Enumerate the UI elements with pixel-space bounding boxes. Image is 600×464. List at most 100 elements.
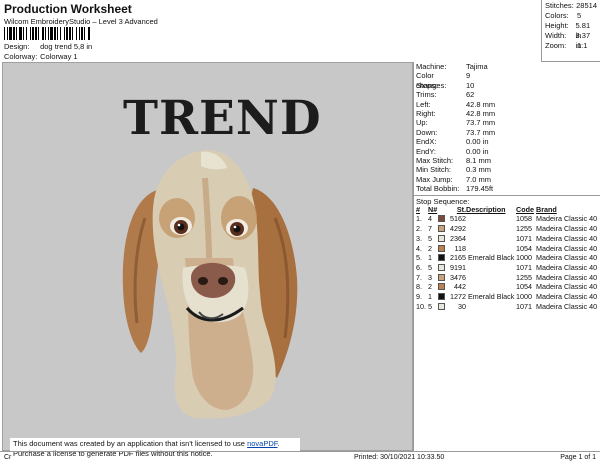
stat-label: Height: xyxy=(545,21,569,30)
info-value: 179.45ft xyxy=(466,184,494,194)
worksheet-title: Production Worksheet xyxy=(4,2,132,16)
stop-number: 1. xyxy=(416,214,422,224)
design-name-row: Design: dog trend 5,8 in xyxy=(4,42,92,51)
thread-brand: Madeira Classic 40 xyxy=(536,292,598,302)
stitch-count: 9191 xyxy=(450,262,466,272)
info-value: 42.8 mm xyxy=(466,99,496,109)
info-label: Left: xyxy=(416,99,431,109)
notice-punct: . xyxy=(277,439,280,448)
machine-info-row: Color changes: 9 xyxy=(414,71,600,90)
thread-brand: Madeira Classic 40 xyxy=(536,253,598,263)
page-footer: Cr Printed: 30/10/2021 10:33.50 Page 1 o… xyxy=(0,451,600,464)
stitch-count-cell: 5162 xyxy=(438,214,466,224)
stitch-count-cell: 2165 xyxy=(438,253,466,263)
info-label: Color changes: xyxy=(416,71,447,90)
stop-sequence-header-row: # N# St. Description Code Brand xyxy=(416,205,600,214)
stitch-count: 30 xyxy=(458,301,466,311)
info-value: 8.1 mm xyxy=(466,155,492,165)
machine-info-row: Trims: 62 xyxy=(414,90,600,99)
machine-info-panel: Machine: Tajima Color changes: 9 Stops: 10 Tri… xyxy=(413,62,600,451)
machine-info-row: Up: 73.7 mm xyxy=(414,118,600,127)
machine-info-row: Total Bobbin: 179.45ft xyxy=(414,184,600,193)
stat-row: Stitches: 28514 xyxy=(545,1,597,11)
stat-row: Zoom: 1:1 xyxy=(545,41,597,51)
stitch-count-cell: 9191 xyxy=(438,263,466,273)
color-swatch xyxy=(438,254,445,262)
machine-info-row: Right: 42.8 mm xyxy=(414,109,600,118)
machine-info-row: Machine: Tajima xyxy=(414,62,600,71)
color-swatch xyxy=(438,215,445,223)
stitch-count: 118 xyxy=(454,243,466,253)
colorway-row: Colorway: Colorway 1 xyxy=(4,52,78,61)
needle-number: 5 xyxy=(428,262,432,272)
info-value: 62 xyxy=(466,90,475,100)
thread-description xyxy=(466,214,516,224)
info-label: Max Stitch: xyxy=(416,155,454,165)
stitch-count: 4292 xyxy=(450,224,466,234)
color-swatch xyxy=(438,293,445,301)
info-value: 9 xyxy=(466,71,471,81)
needle-number: 2 xyxy=(428,243,432,253)
info-value: 7.0 mm xyxy=(466,174,492,184)
stat-value: 28514 xyxy=(576,1,597,10)
design-label: Design: xyxy=(4,42,30,51)
stop-number: 10. xyxy=(416,301,426,311)
thread-description: Emerald Black xyxy=(468,292,515,302)
stitch-count-cell: 3476 xyxy=(438,273,466,283)
machine-info-row: Left: 42.8 mm xyxy=(414,100,600,109)
stat-label: Stitches: xyxy=(545,1,574,10)
thread-code: 1000 xyxy=(516,292,532,302)
thread-brand: Madeira Classic 40 xyxy=(536,272,598,282)
stop-number: 3. xyxy=(416,233,422,243)
info-label: Max Jump: xyxy=(416,174,453,184)
thread-brand: Madeira Classic 40 xyxy=(536,214,598,224)
stitch-count: 2364 xyxy=(450,233,466,243)
thread-code: 1071 xyxy=(516,233,532,243)
trend-text: TREND xyxy=(123,91,322,146)
color-swatch xyxy=(438,263,445,271)
machine-info-row: EndY: 0.00 in xyxy=(414,147,600,156)
stop-number: 9. xyxy=(416,292,422,302)
color-swatch xyxy=(438,283,445,291)
needle-number: 2 xyxy=(428,282,432,292)
stitch-count-cell: 1272 xyxy=(438,292,466,302)
col-header-stitches: St. xyxy=(456,205,466,215)
info-label: Down: xyxy=(416,127,438,137)
stitch-count-cell: 30 xyxy=(438,302,466,312)
thread-brand: Madeira Classic 40 xyxy=(536,224,598,234)
stat-label: Zoom: xyxy=(545,41,567,50)
col-header-code: Code xyxy=(516,205,534,215)
machine-info-row: Stops: 10 xyxy=(414,81,600,90)
stitch-count: 2165 xyxy=(450,253,466,263)
thread-description xyxy=(466,224,516,234)
color-swatch xyxy=(438,244,445,252)
stop-number: 6. xyxy=(416,262,422,272)
col-header-needle: N# xyxy=(428,205,438,215)
thread-code: 1000 xyxy=(516,253,532,263)
info-label: Total Bobbin: xyxy=(416,184,460,194)
info-label: Min Stitch: xyxy=(416,165,452,175)
novapdf-link[interactable]: novaPDF xyxy=(247,439,277,448)
stop-number: 7. xyxy=(416,272,422,282)
notice-line-1: This document was created by an applicat… xyxy=(13,439,297,449)
thread-description xyxy=(466,282,516,292)
stop-sequence-table: # N# St. Description Code Brand 1. 4 5162 1… xyxy=(416,205,600,311)
thread-description: Emerald Black xyxy=(468,253,515,263)
info-label: Right: xyxy=(416,108,436,118)
machine-info-list: Machine: Tajima Color changes: 9 Stops: 10 Tri… xyxy=(414,62,600,193)
colorway-label: Colorway: xyxy=(4,52,38,61)
thread-description xyxy=(466,302,516,312)
thread-description xyxy=(466,273,516,283)
stitch-count: 442 xyxy=(454,282,466,292)
thread-brand: Madeira Classic 40 xyxy=(536,301,598,311)
col-header-num: # xyxy=(416,205,420,215)
stop-number: 5. xyxy=(416,253,422,263)
stop-row: 1. 4 5162 1058 Madeira Classic 40 xyxy=(416,214,600,224)
page-number: Page 1 of 1 xyxy=(560,454,596,461)
info-label: EndX: xyxy=(416,137,437,147)
stat-row: Width: 3.37 in xyxy=(545,31,597,50)
stop-row: 10. 5 30 1071 Madeira Classic 40 xyxy=(416,302,600,312)
stitch-count-cell: 2364 xyxy=(438,234,466,244)
col-header-brand: Brand xyxy=(536,205,557,215)
stat-row: Height: 5.81 in xyxy=(545,21,597,40)
